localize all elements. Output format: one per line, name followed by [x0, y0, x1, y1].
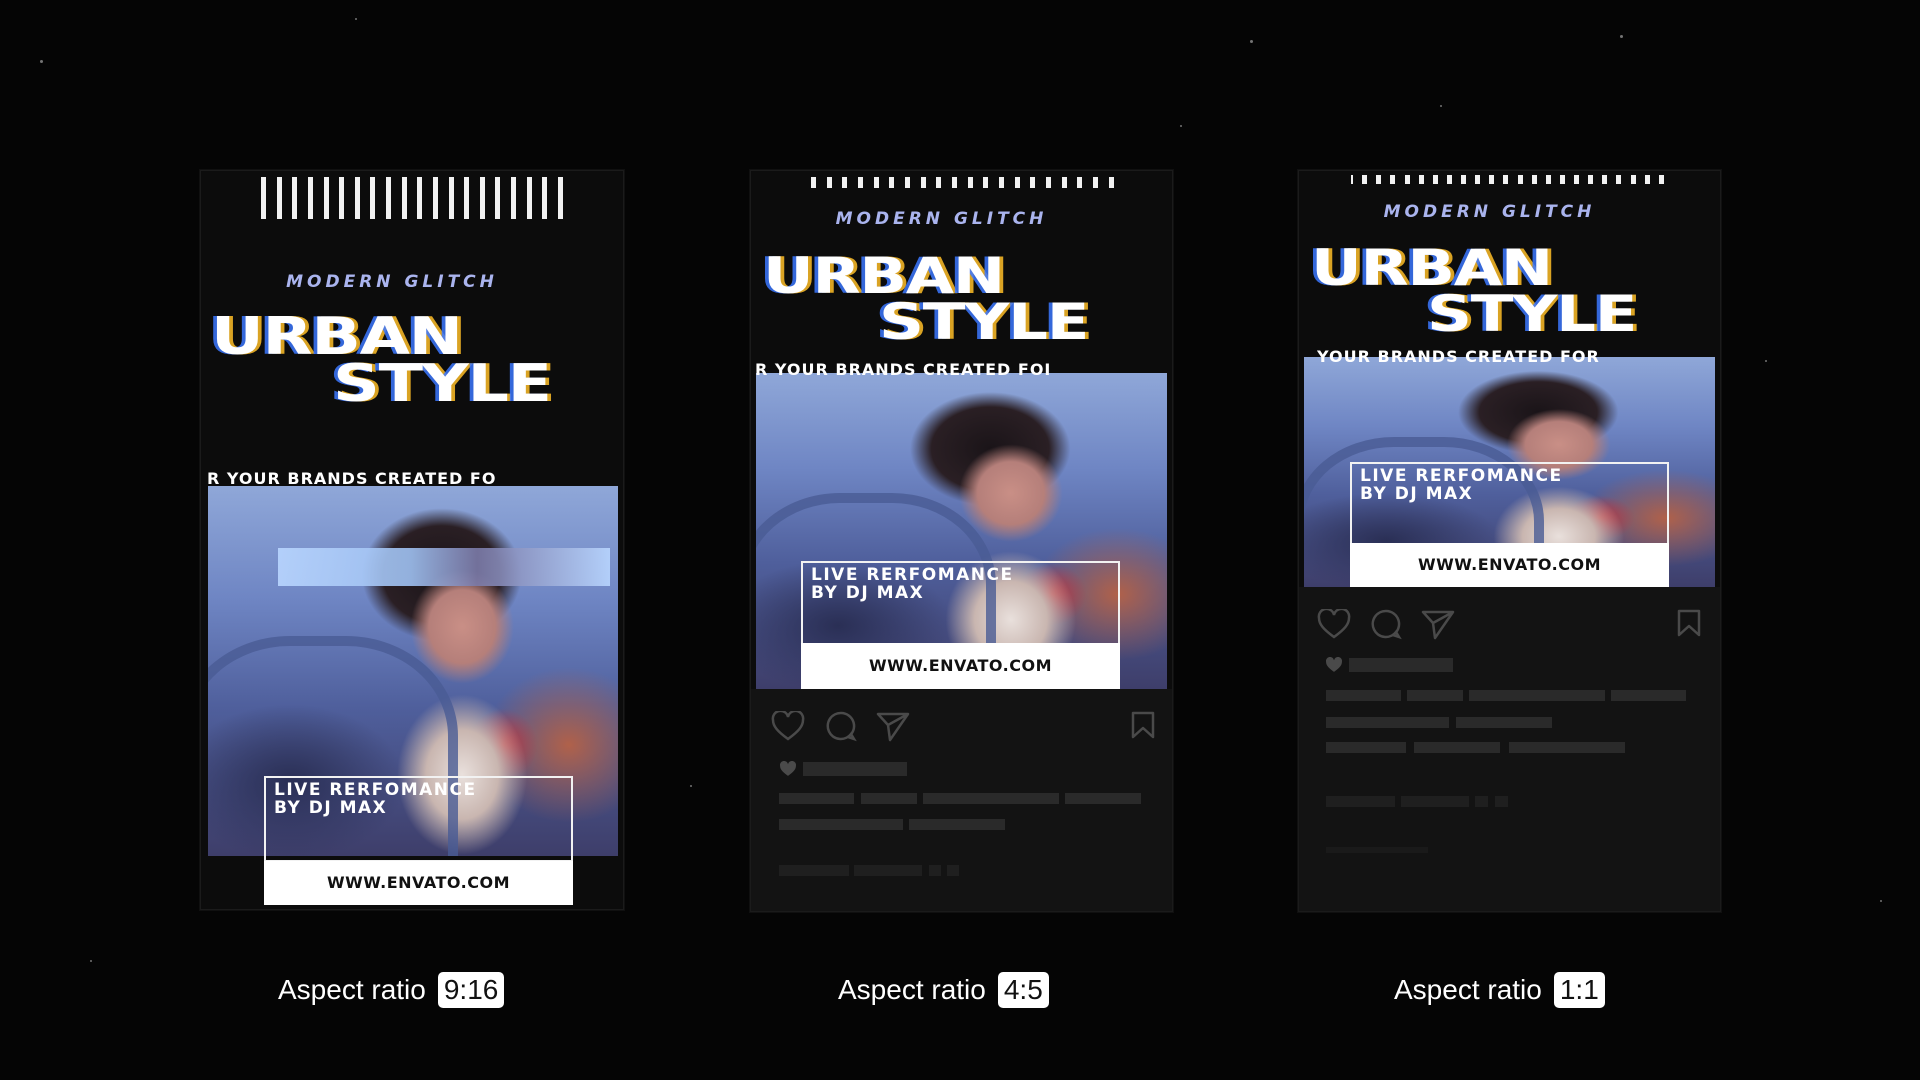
share-icon[interactable]	[1421, 608, 1455, 640]
caption-placeholder	[1456, 717, 1552, 728]
bookmark-icon[interactable]	[1131, 711, 1155, 739]
comments-placeholder	[1326, 796, 1395, 807]
ticker-text: R YOUR BRANDS CREATED FO	[207, 469, 497, 488]
heart-icon[interactable]	[1317, 609, 1351, 639]
overlay-line-2: BY DJ MAX	[1360, 483, 1474, 504]
headline-style: STYLE	[1427, 285, 1637, 343]
post-actions	[751, 709, 1172, 743]
ticker-text: R YOUR BRANDS CREATED FOI	[755, 360, 1052, 379]
comment-icon[interactable]	[825, 710, 857, 742]
comments-placeholder	[1495, 796, 1508, 807]
timestamp-placeholder	[1326, 847, 1428, 853]
headline-style: STYLE	[333, 354, 552, 414]
overlay-box: LIVE RERFOMANCE BY DJ MAX	[801, 561, 1120, 645]
headline-style: STYLE	[879, 293, 1089, 351]
ratio-badge: 4:5	[997, 972, 1049, 1008]
overlay-box: LIVE RERFOMANCE BY DJ MAX	[1350, 462, 1669, 545]
likes-heart-icon	[1326, 657, 1342, 672]
share-icon[interactable]	[876, 710, 910, 742]
caption-placeholder	[1414, 742, 1500, 753]
caption-placeholder	[1469, 690, 1605, 701]
caption-placeholder	[1065, 793, 1141, 804]
post-actions	[1299, 607, 1720, 641]
comment-icon[interactable]	[1370, 608, 1402, 640]
url-box[interactable]: WWW.ENVATO.COM	[1350, 543, 1669, 587]
likes-placeholder	[803, 762, 907, 776]
likes-placeholder	[1349, 658, 1453, 672]
caption-9-16: Aspect ratio 9:16	[278, 970, 505, 1010]
comments-placeholder	[1475, 796, 1488, 807]
preview-card-9-16[interactable]: MODERN GLITCH URBAN STYLE R YOUR BRANDS …	[200, 170, 624, 910]
comments-placeholder	[929, 865, 941, 876]
kicker-text: MODERN GLITCH	[835, 209, 1048, 229]
caption-placeholder	[1407, 690, 1463, 701]
caption-placeholder	[1611, 690, 1686, 701]
glitch-bar	[278, 548, 610, 586]
comments-placeholder	[1401, 796, 1469, 807]
barcode-decoration	[261, 177, 563, 219]
caption-placeholder	[1326, 717, 1449, 728]
heart-icon[interactable]	[771, 711, 805, 741]
caption-placeholder	[923, 793, 1059, 804]
caption-placeholder	[779, 793, 854, 804]
caption-placeholder	[861, 793, 917, 804]
caption-label: Aspect ratio	[838, 974, 986, 1005]
preview-card-1-1[interactable]: MODERN GLITCH URBAN STYLE YOUR BRANDS CR…	[1298, 170, 1721, 912]
overlay-line-2: BY DJ MAX	[811, 582, 925, 603]
caption-placeholder	[779, 819, 903, 830]
ratio-badge: 9:16	[437, 972, 505, 1008]
caption-placeholder	[1509, 742, 1625, 753]
barcode-decoration	[811, 177, 1114, 188]
preview-card-4-5[interactable]: MODERN GLITCH URBAN STYLE R YOUR BRANDS …	[750, 170, 1173, 912]
caption-placeholder	[1326, 742, 1406, 753]
caption-placeholder	[909, 819, 1005, 830]
barcode-decoration	[1351, 175, 1664, 184]
kicker-text: MODERN GLITCH	[286, 272, 498, 292]
overlay-line-2: BY DJ MAX	[274, 797, 388, 818]
comments-placeholder	[854, 865, 922, 876]
comments-placeholder	[947, 865, 959, 876]
caption-placeholder	[1326, 690, 1401, 701]
url-box[interactable]: WWW.ENVATO.COM	[801, 643, 1120, 689]
caption-label: Aspect ratio	[278, 974, 426, 1005]
kicker-text: MODERN GLITCH	[1383, 202, 1596, 222]
url-box[interactable]: WWW.ENVATO.COM	[264, 861, 573, 905]
caption-1-1: Aspect ratio 1:1	[1394, 970, 1605, 1010]
overlay-box: LIVE RERFOMANCE BY DJ MAX	[264, 776, 573, 862]
ticker-text: YOUR BRANDS CREATED FOR	[1317, 347, 1600, 366]
bookmark-icon[interactable]	[1677, 609, 1701, 637]
comments-placeholder	[779, 865, 849, 876]
ratio-badge: 1:1	[1553, 972, 1605, 1008]
likes-heart-icon	[780, 761, 796, 776]
caption-label: Aspect ratio	[1394, 974, 1542, 1005]
caption-4-5: Aspect ratio 4:5	[838, 970, 1049, 1010]
